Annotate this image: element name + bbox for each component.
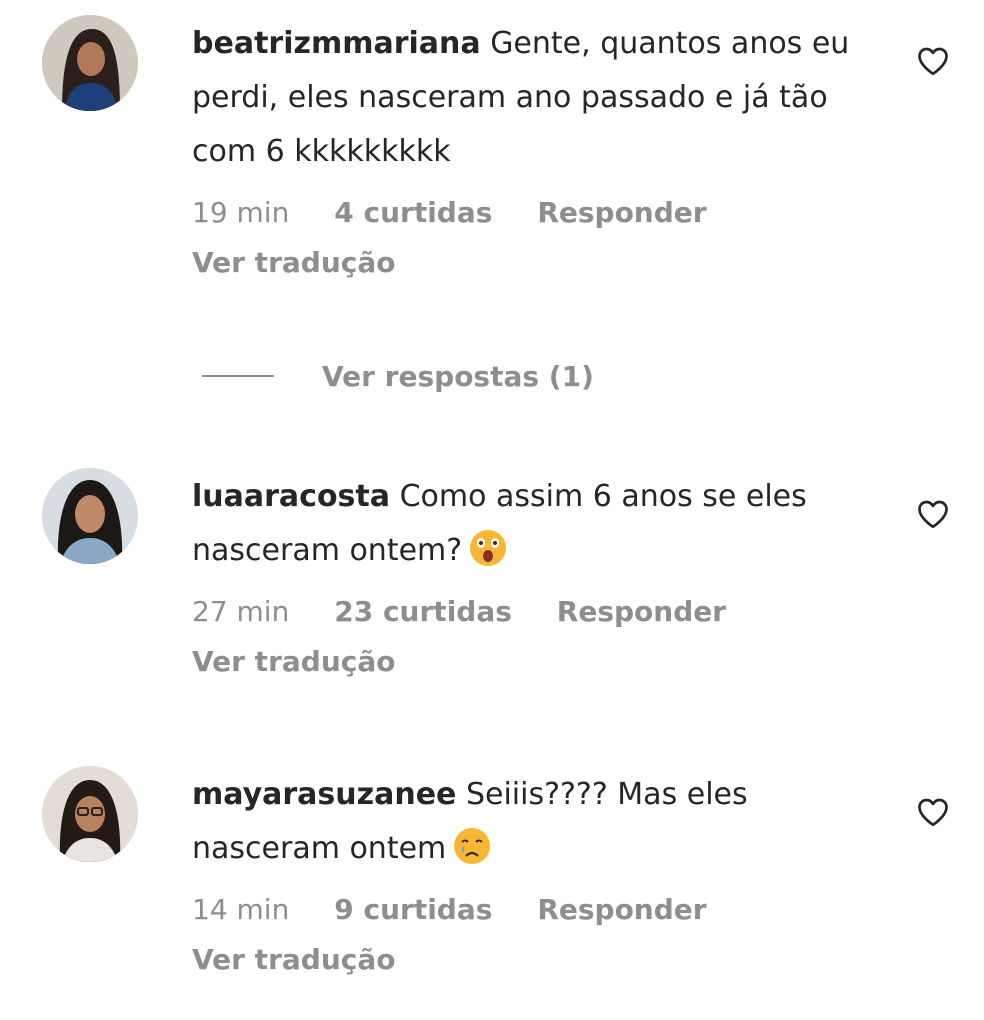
replies-divider — [202, 375, 274, 377]
avatar[interactable] — [42, 468, 138, 564]
comment-meta: 27 min 23 curtidas Responder — [192, 592, 872, 632]
comment-likes[interactable]: 9 curtidas — [334, 890, 492, 930]
comment-username[interactable]: mayarasuzanee — [192, 777, 456, 812]
avatar[interactable] — [42, 15, 138, 111]
heart-outline-icon[interactable] — [915, 794, 951, 830]
view-replies-label: Ver respostas (1) — [322, 359, 594, 393]
comment-username[interactable]: luaaracosta — [192, 479, 390, 514]
comment-meta: 14 min 9 curtidas Responder — [192, 890, 872, 930]
crying-face-emoji — [454, 828, 491, 864]
heart-outline-icon[interactable] — [915, 43, 951, 79]
see-translation-link[interactable]: Ver tradução — [192, 940, 872, 980]
comment-likes[interactable]: 23 curtidas — [334, 592, 512, 632]
comment-text: beatrizmmariana Gente, quantos anos eu p… — [192, 17, 872, 179]
comment-time[interactable]: 27 min — [192, 592, 289, 632]
comment-text: luaaracosta Como assim 6 anos se eles na… — [192, 470, 872, 578]
reply-button[interactable]: Responder — [537, 193, 706, 233]
heart-outline-icon[interactable] — [915, 496, 951, 532]
view-replies-button[interactable]: Ver respostas (1) — [202, 356, 594, 396]
astonished-face-emoji — [470, 530, 507, 566]
see-translation-link[interactable]: Ver tradução — [192, 243, 872, 283]
avatar[interactable] — [42, 766, 138, 862]
comment-meta: 19 min 4 curtidas Responder — [192, 193, 872, 233]
comment-time[interactable]: 19 min — [192, 193, 289, 233]
reply-button[interactable]: Responder — [537, 890, 706, 930]
comment-text: mayarasuzanee Seiiis???? Mas eles nascer… — [192, 768, 872, 876]
reply-button[interactable]: Responder — [557, 592, 726, 632]
comment-time[interactable]: 14 min — [192, 890, 289, 930]
see-translation-link[interactable]: Ver tradução — [192, 642, 872, 682]
comment-username[interactable]: beatrizmmariana — [192, 26, 481, 61]
comment-likes[interactable]: 4 curtidas — [334, 193, 492, 233]
